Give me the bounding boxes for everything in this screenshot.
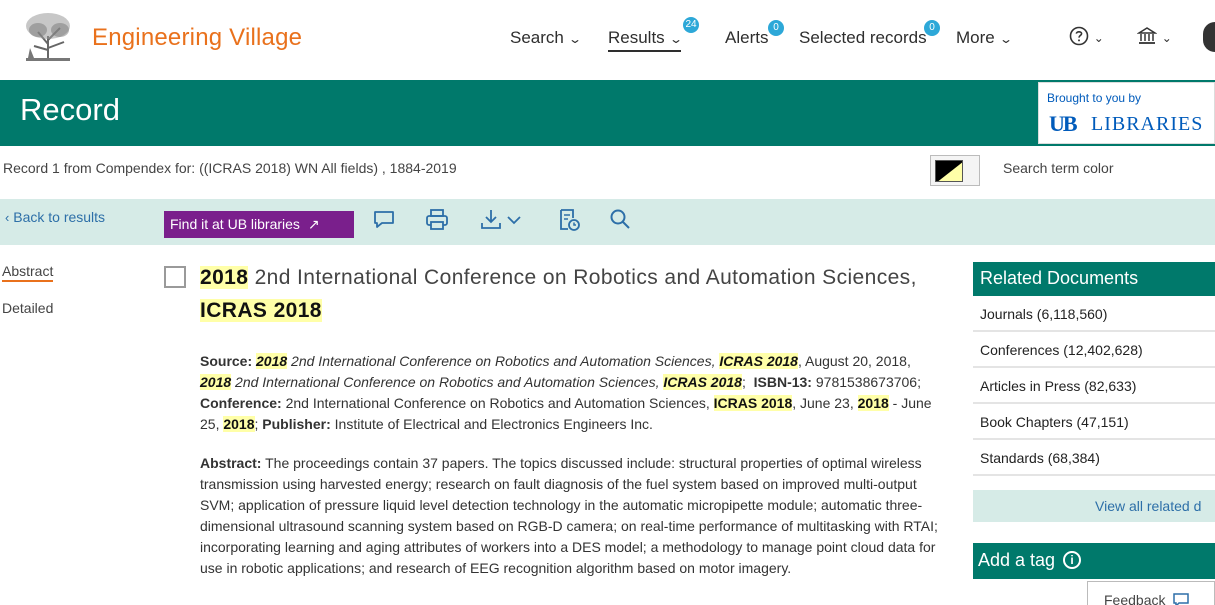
selected-count-badge: 0: [924, 20, 940, 36]
isbn-value: 9781538673706;: [815, 374, 921, 390]
chevron-down-icon: ⌄: [1161, 31, 1172, 45]
related-footer: View all related d: [973, 490, 1215, 522]
highlight-term: 2018: [857, 395, 889, 411]
record-source: Source: 2018 2nd International Conferenc…: [200, 353, 932, 432]
nav-search-label: Search: [510, 28, 564, 47]
related-documents-panel: Related Documents Journals (6,118,560) C…: [973, 262, 1215, 476]
chevron-down-icon[interactable]: [504, 207, 524, 233]
conference-label: Conference:: [200, 395, 282, 411]
ub-libraries-logo[interactable]: Brought to you by UB LIBRARIES: [1038, 82, 1215, 144]
nav-selected-label: Selected records: [799, 28, 927, 47]
saved-history-icon[interactable]: [556, 207, 582, 233]
search-term-color-picker[interactable]: [930, 155, 980, 186]
isbn-label: ISBN-13:: [753, 374, 812, 390]
highlight-term: 2018: [200, 266, 249, 289]
nav-more[interactable]: More ⌄: [956, 28, 1013, 48]
related-articles-in-press-link[interactable]: Articles in Press (82,633): [973, 368, 1215, 404]
search-term-color-label: Search term color: [1003, 160, 1114, 176]
external-link-icon: ↗: [307, 216, 320, 232]
highlight-term: ICRAS 2018: [713, 395, 793, 411]
nav-alerts-label: Alerts: [725, 28, 769, 47]
feedback-label: Feedback: [1104, 592, 1166, 605]
view-all-related-link[interactable]: View all related d: [1095, 498, 1201, 514]
elsevier-tree-logo[interactable]: [20, 10, 76, 64]
nav-more-label: More: [956, 28, 995, 47]
alerts-count-badge: 0: [768, 20, 784, 36]
help-icon: [1069, 26, 1089, 46]
related-standards-link[interactable]: Standards (68,384): [973, 440, 1215, 476]
highlight-term: ICRAS 2018: [200, 299, 322, 322]
side-tab-detailed[interactable]: Detailed: [2, 300, 53, 316]
feedback-button[interactable]: Feedback: [1087, 581, 1215, 605]
back-to-results-link[interactable]: ‹ Back to results: [5, 209, 105, 225]
find-it-label: Find it at UB libraries: [170, 216, 300, 232]
add-tag-heading: Add a tag i: [973, 543, 1215, 579]
record-title: 2018 2nd International Conference on Rob…: [200, 261, 940, 327]
ub-mark: UB: [1049, 111, 1078, 136]
highlight-term: ICRAS 2018: [663, 374, 742, 390]
download-icon[interactable]: [479, 207, 505, 233]
chevron-down-icon: ⌄: [1093, 31, 1104, 45]
related-book-chapters-link[interactable]: Book Chapters (47,151): [973, 404, 1215, 440]
find-it-button[interactable]: Find it at UB libraries ↗: [164, 211, 354, 238]
avatar[interactable]: [1203, 22, 1215, 52]
source-label: Source:: [200, 353, 253, 369]
related-conferences-link[interactable]: Conferences (12,402,628): [973, 332, 1215, 368]
related-documents-heading: Related Documents: [973, 262, 1215, 296]
abstract-text: The proceedings contain 37 papers. The t…: [200, 455, 938, 576]
nav-alerts[interactable]: Alerts: [725, 28, 768, 48]
publisher-name: Institute of Electrical and Electronics …: [334, 416, 653, 432]
info-icon[interactable]: i: [1063, 551, 1082, 569]
ub-libraries-text: LIBRARIES: [1091, 113, 1204, 135]
top-navigation: Engineering Village Search ⌄ Results ⌄ 24 …: [0, 0, 1215, 80]
highlight-term: 2018: [256, 353, 288, 369]
highlight-term: 2018: [200, 374, 232, 390]
source-conference: 2nd International Conference on Robotics…: [231, 374, 664, 390]
brought-to-you-text: Brought to you by: [1047, 91, 1142, 105]
help-menu[interactable]: ⌄: [1069, 26, 1104, 47]
conference-name: 2nd International Conference on Robotics…: [285, 395, 714, 411]
chevron-left-icon: ‹: [5, 210, 10, 225]
page-title: Record: [20, 92, 120, 127]
record-toolbar: ‹ Back to results Find it at UB librarie…: [0, 199, 1215, 245]
results-count-badge: 24: [683, 17, 699, 33]
color-swatch-icon: [935, 160, 963, 182]
highlight-term: ICRAS 2018: [719, 353, 798, 369]
back-label: Back to results: [13, 209, 106, 225]
add-tag-label: Add a tag: [978, 550, 1056, 570]
related-journals-link[interactable]: Journals (6,118,560): [973, 296, 1215, 332]
title-text: 2nd International Conference on Robotics…: [248, 266, 917, 289]
nav-results-label: Results: [608, 28, 665, 47]
nav-selected-records[interactable]: Selected records: [799, 28, 927, 48]
conference-date-start: , June 23,: [792, 395, 858, 411]
source-date: , August 20, 2018,: [797, 353, 911, 369]
chevron-down-icon: ⌄: [998, 32, 1013, 46]
source-conference: 2nd International Conference on Robotics…: [287, 353, 720, 369]
chevron-down-icon: ⌄: [668, 32, 683, 46]
record-banner: Record Brought to you by UB LIBRARIES: [0, 80, 1215, 146]
highlight-term: 2018: [223, 416, 255, 432]
print-icon[interactable]: [424, 207, 450, 233]
abstract-label: Abstract:: [200, 455, 262, 471]
chevron-down-icon: ⌄: [567, 32, 582, 46]
institution-icon: [1136, 27, 1158, 44]
record-abstract: Abstract: The proceedings contain 37 pap…: [200, 453, 945, 579]
nav-results[interactable]: Results ⌄: [608, 28, 683, 52]
brand-name[interactable]: Engineering Village: [92, 24, 302, 52]
select-record-checkbox[interactable]: [164, 266, 186, 288]
record-info: Record 1 from Compendex for: ((ICRAS 201…: [3, 160, 457, 176]
comment-icon[interactable]: [371, 207, 397, 233]
side-tab-abstract[interactable]: Abstract: [2, 263, 54, 282]
chat-icon: [1173, 593, 1190, 605]
search-icon[interactable]: [607, 207, 633, 233]
nav-search[interactable]: Search ⌄: [510, 28, 582, 48]
institution-menu[interactable]: ⌄: [1136, 26, 1172, 47]
publisher-label: Publisher:: [262, 416, 331, 432]
